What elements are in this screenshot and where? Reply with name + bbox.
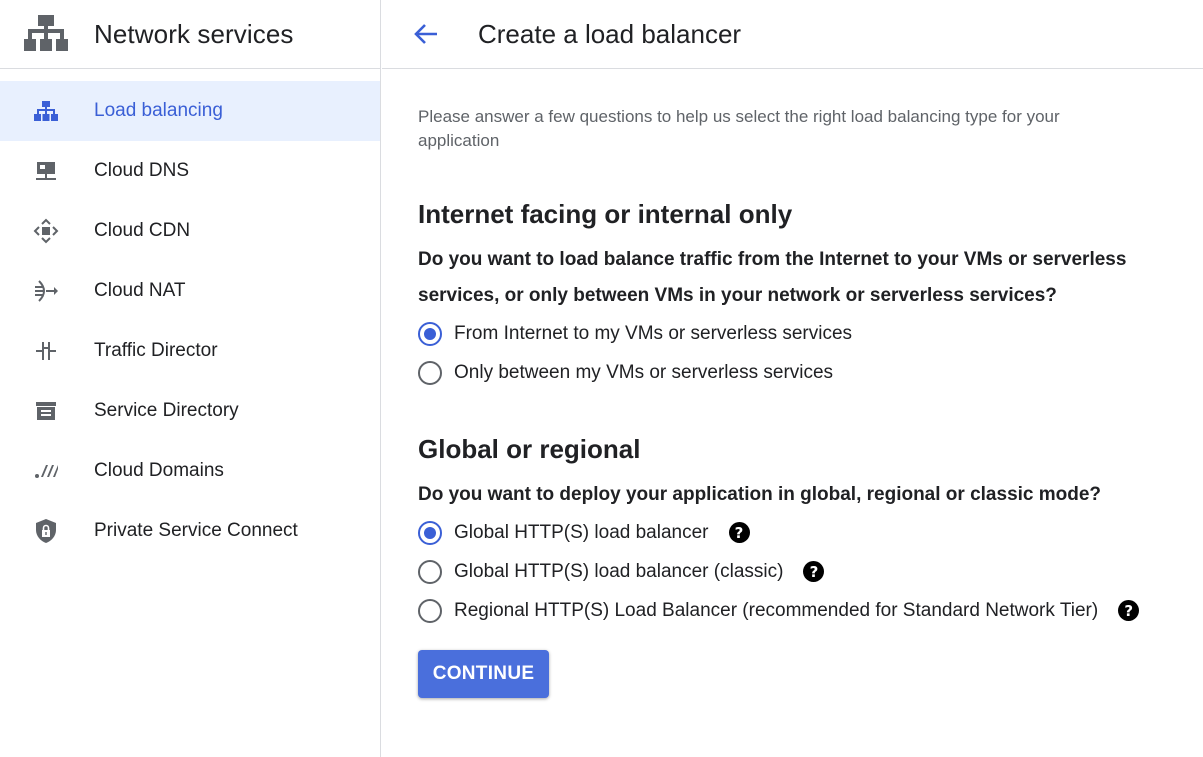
radio-option-global-classic[interactable]: Global HTTP(S) load balancer (classic) ? [418,552,1203,591]
help-icon[interactable]: ? [1118,600,1140,621]
help-icon[interactable]: ? [728,522,750,543]
back-button[interactable] [410,18,442,50]
main-header: Create a load balancer [382,0,1203,69]
radio-option-regional[interactable]: Regional HTTP(S) Load Balancer (recommen… [418,591,1203,630]
service-directory-icon [33,398,59,424]
intro-text: Please answer a few questions to help us… [418,107,1060,150]
sidebar-item-label: Load balancing [94,100,223,121]
sidebar-item-load-balancing[interactable]: Load balancing [0,81,380,141]
radio-label: Only between my VMs or serverless servic… [454,361,834,383]
sidebar-item-cloud-dns[interactable]: Cloud DNS [0,141,380,201]
load-balancing-icon [33,98,59,124]
radio-option-internal[interactable]: Only between my VMs or serverless servic… [418,353,1203,392]
form-content: Please answer a few questions to help us… [382,69,1203,698]
sidebar-item-label: Service Directory [94,400,239,421]
page-title: Create a load balancer [478,18,742,49]
sidebar-item-label: Cloud CDN [94,220,191,241]
sidebar-item-label: Traffic Director [94,340,218,361]
sidebar-nav: Load balancing Cloud DNS Cloud CDN Cloud… [0,69,380,561]
main-panel: Create a load balancer Please answer a f… [382,0,1203,757]
cdn-icon [33,218,59,244]
radio-button[interactable] [418,360,442,385]
network-services-logo-icon [23,14,69,54]
sidebar-header: Network services [0,0,380,69]
shield-lock-icon [33,518,59,544]
sidebar-item-label: Cloud NAT [94,280,186,301]
radio-label: Regional HTTP(S) Load Balancer (recommen… [454,599,1099,621]
radio-button[interactable] [418,559,442,584]
sidebar-item-label: Cloud Domains [94,460,224,481]
domains-icon [33,458,59,484]
sidebar-item-private-service-connect[interactable]: Private Service Connect [0,501,380,561]
sidebar-item-label: Cloud DNS [94,160,190,181]
sidebar: Network services Load balancing Cloud DN… [0,0,381,757]
sidebar-item-cloud-domains[interactable]: Cloud Domains [0,441,380,501]
sidebar-item-service-directory[interactable]: Service Directory [0,381,380,441]
sidebar-item-traffic-director[interactable]: Traffic Director [0,321,380,381]
radio-label: From Internet to my VMs or serverless se… [454,322,853,344]
radio-button-checked[interactable] [418,321,442,346]
continue-button[interactable]: CONTINUE [418,650,549,698]
sidebar-item-cloud-nat[interactable]: Cloud NAT [0,261,380,321]
arrow-back-icon [414,24,437,44]
question-global-regional: Do you want to deploy your application i… [418,484,1102,505]
radio-option-internet[interactable]: From Internet to my VMs or serverless se… [418,314,1203,353]
radio-label: Global HTTP(S) load balancer [454,521,709,543]
section-title-internet-facing: Internet facing or internal only [418,199,793,229]
dns-icon [33,158,59,184]
radio-button[interactable] [418,598,442,623]
traffic-director-icon [33,338,59,364]
nat-icon [33,278,59,304]
radio-button-checked[interactable] [418,520,442,545]
section-title-global-regional: Global or regional [418,434,641,464]
radio-option-global[interactable]: Global HTTP(S) load balancer ? [418,513,1203,552]
question-internet-facing: Do you want to load balance traffic from… [418,249,1127,306]
sidebar-item-cloud-cdn[interactable]: Cloud CDN [0,201,380,261]
sidebar-title: Network services [94,18,294,49]
help-icon[interactable]: ? [803,561,825,582]
sidebar-item-label: Private Service Connect [94,520,298,541]
radio-label: Global HTTP(S) load balancer (classic) [454,560,784,582]
